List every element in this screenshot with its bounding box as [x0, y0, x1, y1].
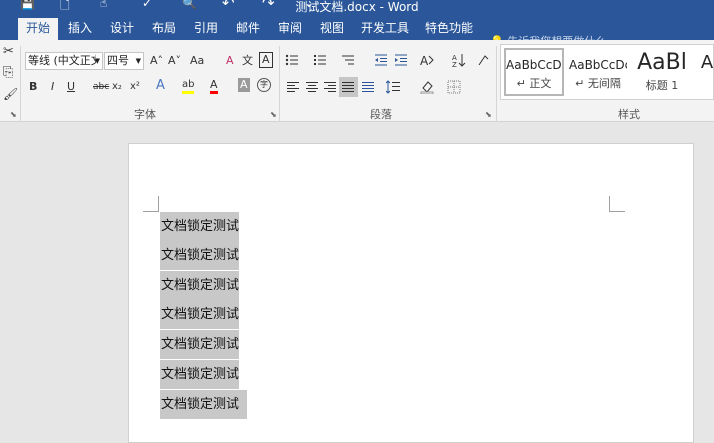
style-sample: AaBl: [637, 50, 687, 75]
copy-icon[interactable]: ⎘: [3, 65, 13, 81]
styles-group-label: 样式: [618, 108, 640, 121]
decrease-indent-icon[interactable]: [374, 53, 388, 67]
font-color-button[interactable]: A: [210, 78, 218, 94]
shading-icon[interactable]: [420, 80, 434, 94]
line-spacing-icon[interactable]: [386, 80, 400, 94]
styles-gallery: AaBbCcDc ↵ 正文 AaBbCcDc ↵ 无间隔 AaBl 标题 1 A: [500, 44, 714, 100]
svg-text:A: A: [420, 54, 429, 67]
style-sample: AaBbCcDc: [506, 58, 562, 72]
superscript-button[interactable]: x²: [130, 79, 140, 95]
font-name-value: 等线 (中文正文): [28, 54, 96, 67]
chevron-down-icon: ▼: [135, 57, 141, 65]
distributed-icon[interactable]: [361, 80, 375, 94]
document-line[interactable]: 文档锁定测试: [160, 212, 240, 241]
font-group-label: 字体: [134, 108, 156, 121]
tab-special-features[interactable]: 特色功能: [420, 18, 478, 40]
underline-button[interactable]: U: [67, 79, 75, 95]
format-painter-icon[interactable]: 🖌: [3, 86, 18, 102]
character-shading-button[interactable]: A: [238, 78, 250, 92]
font-size-value: 四号: [107, 54, 129, 67]
style-heading-1[interactable]: AaBl 标题 1: [633, 48, 691, 96]
bold-button[interactable]: B: [29, 79, 37, 95]
tab-design[interactable]: 设计: [104, 18, 140, 40]
tab-references[interactable]: 引用: [188, 18, 224, 40]
style-no-spacing[interactable]: AaBbCcDc ↵ 无间隔: [569, 48, 627, 96]
style-normal[interactable]: AaBbCcDc ↵ 正文: [504, 48, 564, 96]
document-line[interactable]: 文档锁定测试: [160, 360, 240, 389]
chinese-layout-icon[interactable]: A: [420, 53, 434, 67]
style-sample: AaBbCcDc: [569, 58, 627, 72]
justify-icon[interactable]: [341, 80, 355, 94]
margin-mark: [143, 196, 159, 212]
divider: [20, 46, 21, 122]
clear-formatting-button[interactable]: A: [226, 53, 234, 69]
tab-layout[interactable]: 布局: [146, 18, 182, 40]
multilevel-list-icon[interactable]: [341, 53, 355, 67]
font-dialog-launcher-icon[interactable]: ⬊: [270, 110, 277, 119]
show-formatting-marks-icon[interactable]: [476, 53, 490, 67]
borders-icon[interactable]: [447, 80, 461, 94]
margin-mark: [609, 196, 625, 212]
cut-icon[interactable]: ✂: [3, 44, 14, 60]
window-title: 测试文档.docx - Word: [295, 0, 419, 14]
align-center-icon[interactable]: [305, 80, 319, 94]
highlight-color-button[interactable]: ab: [182, 78, 195, 94]
shrink-font-button[interactable]: A˅: [168, 53, 181, 69]
subscript-button[interactable]: x₂: [112, 79, 122, 95]
sort-icon[interactable]: AZ: [452, 53, 466, 67]
document-page[interactable]: 文档锁定测试 文档锁定测试 文档锁定测试 文档锁定测试 文档锁定测试 文档锁定测…: [128, 143, 694, 443]
document-line[interactable]: 文档锁定测试: [160, 390, 248, 419]
document-line[interactable]: 文档锁定测试: [160, 271, 240, 300]
grow-font-button[interactable]: A˄: [150, 53, 163, 69]
enclose-characters-button[interactable]: 字: [257, 78, 271, 92]
font-size-select[interactable]: 四号 ▼: [104, 52, 144, 70]
document-line[interactable]: 文档锁定测试: [160, 330, 240, 359]
phonetic-guide-button[interactable]: 文: [242, 53, 253, 69]
style-name: ↵ 正文: [516, 77, 552, 90]
increase-indent-icon[interactable]: [394, 53, 408, 67]
title-bar: 💾 🗋 ☝ ✓ 🔍 ↶ ↷ ⌄ 测试文档.docx - Word: [0, 0, 714, 14]
document-area: 文档锁定测试 文档锁定测试 文档锁定测试 文档锁定测试 文档锁定测试 文档锁定测…: [0, 123, 714, 443]
style-heading-2[interactable]: A: [695, 48, 714, 96]
clipboard-dialog-launcher-icon[interactable]: ⬊: [10, 110, 17, 119]
tab-developer[interactable]: 开发工具: [356, 18, 414, 40]
strikethrough-button[interactable]: abc: [93, 79, 109, 95]
style-sample: A: [700, 52, 714, 73]
bullets-icon[interactable]: [285, 53, 299, 67]
ribbon-tabs: 开始 插入 设计 布局 引用 邮件 审阅 视图 开发工具 特色功能 💡 告诉我您…: [0, 14, 714, 48]
tab-home[interactable]: 开始: [18, 18, 58, 40]
text-effects-button[interactable]: A: [156, 78, 165, 94]
font-name-select[interactable]: 等线 (中文正文)▼: [25, 52, 103, 70]
tab-view[interactable]: 视图: [314, 18, 350, 40]
character-border-button[interactable]: A: [259, 52, 273, 68]
divider: [496, 46, 497, 122]
svg-text:Z: Z: [452, 61, 457, 67]
tab-insert[interactable]: 插入: [62, 18, 98, 40]
tab-mailings[interactable]: 邮件: [230, 18, 266, 40]
document-line[interactable]: 文档锁定测试: [160, 300, 240, 329]
style-name: ↵ 无间隔: [575, 77, 621, 90]
chevron-down-icon: ▼: [94, 57, 100, 65]
change-case-button[interactable]: Aa: [190, 53, 204, 69]
paragraph-group-label: 段落: [370, 108, 392, 121]
align-right-icon[interactable]: [323, 80, 337, 94]
divider: [279, 46, 280, 122]
document-line[interactable]: 文档锁定测试: [160, 241, 240, 270]
paragraph-dialog-launcher-icon[interactable]: ⬊: [485, 110, 492, 119]
align-left-icon[interactable]: [286, 80, 300, 94]
ribbon-home: ✂ ⎘ 🖌 ⬊ 等线 (中文正文)▼ 四号▼ A˄ A˅ Aa A 文 A B …: [0, 40, 714, 122]
tab-review[interactable]: 审阅: [272, 18, 308, 40]
style-name: 标题 1: [645, 79, 679, 92]
italic-button[interactable]: I: [51, 79, 54, 95]
numbering-icon[interactable]: [313, 53, 327, 67]
